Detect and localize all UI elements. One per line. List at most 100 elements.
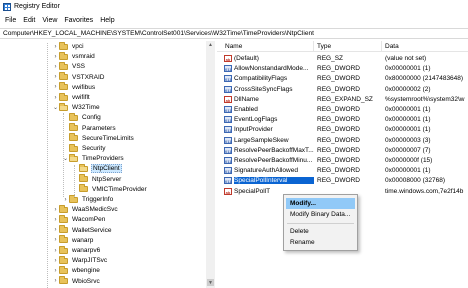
- menu-separator: [287, 223, 354, 224]
- chevron-right-icon[interactable]: ›: [52, 52, 59, 61]
- chevron-right-icon[interactable]: ›: [52, 83, 59, 92]
- tree-item[interactable]: › vpci: [52, 41, 85, 51]
- value-row[interactable]: 011 LargeSampleSkew REG_DWORD 0x00000003 (3…: [217, 136, 468, 145]
- tree-item[interactable]: › wanarp: [52, 235, 94, 245]
- value-row-selected[interactable]: 011 SpecialPollInterval REG_DWORD 0x0000800…: [217, 176, 468, 185]
- value-name: InputProvider: [234, 126, 273, 134]
- value-row[interactable]: 011 CrossSiteSyncFlags REG_DWORD 0x00000002…: [217, 85, 468, 94]
- tree-item-selected[interactable]: NtpClient: [72, 163, 122, 174]
- menu-file[interactable]: File: [5, 17, 16, 24]
- chevron-right-icon[interactable]: ›: [52, 226, 59, 235]
- binary-value-icon: 011: [224, 146, 232, 154]
- value-row[interactable]: ab DllName REG_EXPAND_SZ %systemroot%\syste…: [217, 95, 468, 104]
- tree-item-label: vsmraid: [72, 53, 95, 61]
- value-row[interactable]: ab (Default) REG_SZ (value not set): [217, 54, 468, 63]
- tree-item-label: WalletService: [72, 226, 112, 234]
- tree-item[interactable]: › wanarpv6: [52, 245, 101, 255]
- address-path[interactable]: Computer\HKEY_LOCAL_MACHINE\SYSTEM\Contr…: [3, 30, 314, 37]
- value-row[interactable]: 011 SignatureAuthAllowed REG_DWORD 0x000000…: [217, 166, 468, 175]
- address-bar[interactable]: Computer\HKEY_LOCAL_MACHINE\SYSTEM\Contr…: [0, 28, 468, 39]
- chevron-right-icon[interactable]: ›: [52, 42, 59, 51]
- chevron-right-icon[interactable]: ›: [52, 73, 59, 82]
- value-data: time.windows.com,7e2f14b: [385, 187, 464, 195]
- value-row[interactable]: 011 ResolvePeerBackoffMinu... REG_DWORD 0x0…: [217, 156, 468, 165]
- scroll-down-icon[interactable]: ▼: [206, 279, 215, 288]
- tree-item[interactable]: › WalletService: [52, 225, 113, 235]
- tree-item[interactable]: Config: [62, 112, 102, 122]
- binary-value-icon: 011: [224, 126, 232, 134]
- value-name: ResolvePeerBackoffMinu...: [234, 157, 313, 164]
- tree-item[interactable]: › WbioSrvc: [52, 276, 101, 286]
- string-value-icon: ab: [224, 95, 232, 103]
- column-name-header[interactable]: Name: [225, 43, 242, 50]
- tree-item[interactable]: › WacomPen: [52, 214, 106, 224]
- binary-value-icon: 011: [224, 157, 232, 164]
- value-data: 0x00000001 (1): [385, 116, 431, 124]
- string-value-icon: ab: [224, 55, 232, 62]
- value-type: REG_SZ: [317, 55, 344, 62]
- value-type: REG_DWORD: [317, 157, 360, 164]
- menu-favorites[interactable]: Favorites: [64, 17, 93, 24]
- value-name: SpecialPollInterval: [234, 177, 314, 185]
- folder-icon: [59, 72, 68, 81]
- chevron-right-icon[interactable]: ›: [52, 93, 59, 102]
- folder-icon: [69, 194, 78, 203]
- tree-item[interactable]: SecureTimeLimits: [62, 133, 135, 143]
- tree-item[interactable]: › VSS: [52, 61, 86, 71]
- menu-delete[interactable]: Delete: [286, 226, 355, 237]
- tree-item[interactable]: › WarpJITSvc: [52, 255, 108, 265]
- tree-item[interactable]: › wbengine: [52, 265, 101, 275]
- column-divider[interactable]: [313, 41, 314, 52]
- tree-item[interactable]: VMICTimeProvider: [72, 184, 148, 194]
- value-type: REG_DWORD: [317, 167, 360, 175]
- menu-view[interactable]: View: [42, 17, 57, 24]
- chevron-right-icon[interactable]: ›: [52, 277, 59, 286]
- folder-icon: [79, 163, 88, 172]
- scroll-up-icon[interactable]: ▲: [206, 41, 215, 50]
- column-data-header[interactable]: Data: [385, 43, 399, 50]
- value-data: 0x80000000 (2147483648): [385, 75, 464, 83]
- tree-item-label: TimeProviders: [82, 155, 124, 163]
- tree-item[interactable]: ⌄ W32Time: [52, 102, 101, 112]
- value-name: CrossSiteSyncFlags: [234, 85, 293, 93]
- chevron-right-icon[interactable]: ›: [52, 215, 59, 224]
- value-row[interactable]: 011 CompatibilityFlags REG_DWORD 0x80000000…: [217, 74, 468, 83]
- tree-item[interactable]: › WaaSMedicSvc: [52, 204, 119, 214]
- menu-modify[interactable]: Modify...: [286, 198, 355, 209]
- tree-scrollbar[interactable]: ▲ ▼: [206, 41, 215, 288]
- folder-icon: [59, 102, 68, 111]
- chevron-right-icon[interactable]: ›: [52, 205, 59, 214]
- value-row[interactable]: 011 AllowNonstandardMode... REG_DWORD 0x000…: [217, 64, 468, 73]
- value-row[interactable]: 011 EventLogFlags REG_DWORD 0x00000001 (1): [217, 115, 468, 124]
- value-row[interactable]: 011 ResolvePeerBackoffMaxT... REG_DWORD 0x0…: [217, 146, 468, 155]
- value-data: 0x0000000f (15): [385, 157, 433, 164]
- menu-rename[interactable]: Rename: [286, 237, 355, 248]
- tree-item[interactable]: › vsmraid: [52, 51, 96, 61]
- tree-item[interactable]: › VSTXRAID: [52, 72, 106, 82]
- menu-help[interactable]: Help: [100, 17, 114, 24]
- tree-item[interactable]: ⌄ TimeProviders: [62, 153, 125, 163]
- chevron-right-icon[interactable]: ›: [52, 256, 59, 265]
- binary-value-icon: 011: [224, 106, 232, 113]
- menu-modify-binary[interactable]: Modify Binary Data...: [286, 209, 355, 220]
- tree-item-label: NtpClient: [91, 164, 122, 174]
- tree-item[interactable]: NtpServer: [72, 174, 122, 184]
- column-type-header[interactable]: Type: [317, 43, 331, 50]
- tree-item-label: VMICTimeProvider: [92, 185, 147, 193]
- value-row[interactable]: 011 Enabled REG_DWORD 0x00000001 (1): [217, 105, 468, 114]
- tree-item[interactable]: › TriggerInfo: [62, 194, 114, 204]
- chevron-down-icon[interactable]: ⌄: [52, 103, 59, 112]
- menu-edit[interactable]: Edit: [23, 17, 35, 24]
- tree-item[interactable]: › vwifibus: [52, 82, 96, 92]
- tree-item[interactable]: Security: [62, 143, 106, 153]
- value-data: 0x00000003 (3): [385, 136, 431, 144]
- chevron-right-icon[interactable]: ›: [52, 236, 59, 245]
- tree-item[interactable]: › vwififlt: [52, 92, 91, 102]
- folder-icon: [59, 255, 68, 264]
- chevron-right-icon[interactable]: ›: [52, 246, 59, 255]
- chevron-right-icon[interactable]: ›: [52, 62, 59, 71]
- tree-item[interactable]: Parameters: [62, 123, 117, 133]
- column-divider[interactable]: [381, 41, 382, 52]
- chevron-right-icon[interactable]: ›: [52, 266, 59, 275]
- value-row[interactable]: 011 InputProvider REG_DWORD 0x00000001 (1): [217, 125, 468, 134]
